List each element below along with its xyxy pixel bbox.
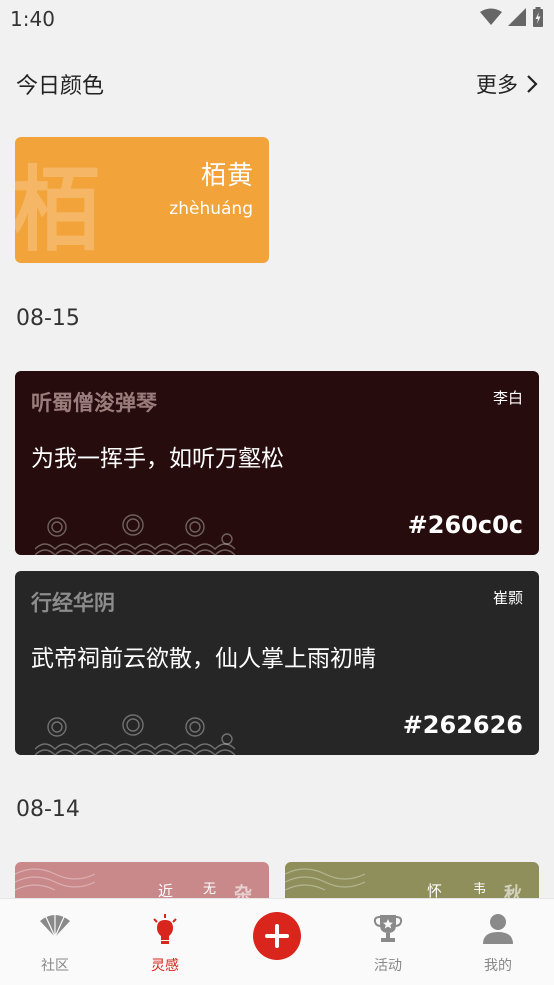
trophy-icon xyxy=(373,915,403,942)
lightbulb-icon xyxy=(153,914,177,944)
poem-author: 崔颢 xyxy=(492,589,523,607)
preview-text: 韦 xyxy=(473,882,487,897)
poem-author: 李白 xyxy=(492,389,523,407)
poem-color-card[interactable]: 行经华阴 崔颢 武帝祠前云欲散，仙人掌上雨初晴 #262626 xyxy=(15,571,539,755)
wave-pattern-icon xyxy=(35,514,236,555)
preview-text: 无 xyxy=(203,882,217,897)
tab-activities[interactable]: 活动 xyxy=(333,899,443,985)
poem-line: 武帝祠前云欲散，仙人掌上雨初晴 xyxy=(31,646,376,672)
color-hex-code: #262626 xyxy=(402,711,523,739)
fan-icon xyxy=(40,914,70,938)
today-color-watermark-char: 栢 xyxy=(15,157,104,263)
tab-label: 社区 xyxy=(41,958,69,974)
wave-pattern-icon xyxy=(15,868,96,891)
tab-inspiration[interactable]: 灵感 xyxy=(110,899,220,985)
wifi-icon xyxy=(480,8,502,25)
wave-pattern-icon xyxy=(285,868,366,891)
date-label: 08-14 xyxy=(16,797,80,822)
add-button[interactable] xyxy=(253,912,301,960)
poem-title: 听蜀僧浚弹琴 xyxy=(31,391,157,415)
today-color-header: 今日颜色 更多 xyxy=(16,66,538,102)
more-label: 更多 xyxy=(476,73,518,97)
status-icons xyxy=(480,7,544,27)
wave-pattern-icon xyxy=(35,714,236,755)
tab-label: 灵感 xyxy=(151,958,179,974)
status-bar: 1:40 xyxy=(0,0,554,38)
more-link[interactable]: 更多 xyxy=(476,69,538,99)
today-color-pinyin: zhèhuáng xyxy=(169,199,253,219)
battery-icon xyxy=(533,7,543,27)
poem-line: 为我一挥手，如听万壑松 xyxy=(31,446,284,472)
poem-color-card[interactable]: 听蜀僧浚弹琴 李白 为我一挥手，如听万壑松 #260c0c xyxy=(15,371,539,555)
today-color-name: 栢黄 xyxy=(200,161,253,191)
today-color-card[interactable]: 栢 栢黄 zhèhuáng xyxy=(15,137,269,263)
date-label: 08-15 xyxy=(16,306,80,331)
person-icon xyxy=(483,914,513,944)
tab-label: 我的 xyxy=(484,958,512,974)
bottom-tab-bar: 社区 灵感 活动 我的 xyxy=(0,898,554,985)
today-color-title: 今日颜色 xyxy=(16,74,105,99)
tab-community[interactable]: 社区 xyxy=(0,899,110,985)
tab-label: 活动 xyxy=(374,958,402,974)
poem-title: 行经华阴 xyxy=(31,591,115,615)
chevron-right-icon xyxy=(527,75,538,93)
status-time: 1:40 xyxy=(10,7,55,31)
signal-icon xyxy=(508,8,526,26)
tab-profile[interactable]: 我的 xyxy=(443,899,553,985)
color-hex-code: #260c0c xyxy=(407,511,523,539)
